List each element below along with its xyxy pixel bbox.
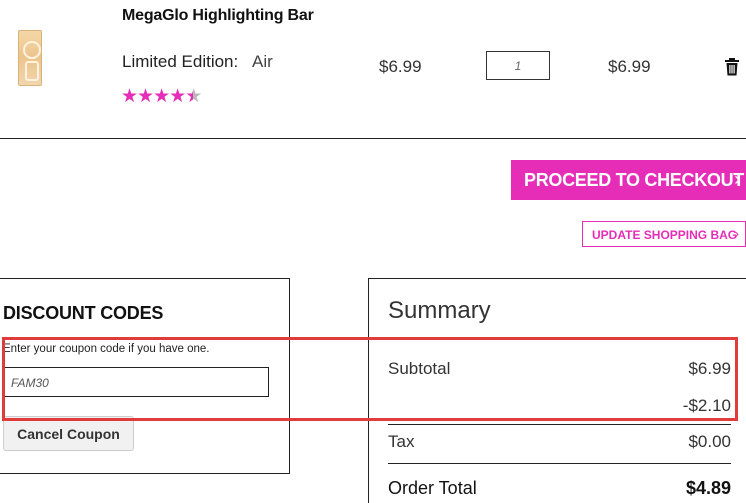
coupon-code-input[interactable]: FAM30 — [2, 367, 269, 397]
trash-icon[interactable] — [724, 58, 740, 76]
chevron-right-icon: › — [734, 226, 739, 241]
divider — [0, 138, 746, 139]
divider — [388, 424, 731, 425]
chevron-right-icon: › — [734, 169, 740, 189]
product-variant: Limited Edition: Air — [122, 52, 273, 72]
update-shopping-bag-button[interactable]: UPDATE SHOPPING BAG › — [582, 221, 746, 247]
star-icon: ★ — [153, 86, 170, 107]
tax-value: $0.00 — [688, 432, 731, 451]
tax-label: Tax — [388, 432, 415, 451]
summary-title: Summary — [388, 297, 491, 324]
order-summary-panel: Summary Subtotal $6.99 -$2.10 Tax $0.00 … — [368, 278, 746, 503]
proceed-to-checkout-button[interactable]: PROCEED TO CHECKOUT › — [511, 160, 746, 200]
tax-row: Tax $0.00 — [388, 432, 731, 452]
star-icon: ★ — [169, 86, 186, 107]
order-total-row: Order Total $4.89 — [388, 478, 731, 499]
order-total-value: $4.89 — [685, 478, 731, 498]
checkout-label: PROCEED TO CHECKOUT — [524, 170, 744, 190]
star-icon: ★ — [137, 86, 154, 107]
subtotal-row: Subtotal $6.99 — [388, 359, 731, 379]
order-total-label: Order Total — [388, 478, 477, 498]
discount-value: -$2.10 — [682, 396, 731, 415]
star-half-icon: ★ — [185, 86, 202, 107]
update-label: UPDATE SHOPPING BAG — [592, 228, 738, 242]
discount-codes-panel: DISCOUNT CODES Enter your coupon code if… — [0, 278, 290, 474]
product-thumbnail[interactable] — [18, 30, 42, 86]
discount-title: DISCOUNT CODES — [3, 303, 164, 323]
rating-stars: ★★★★★ — [121, 85, 202, 108]
coupon-hint: Enter your coupon code if you have one. — [3, 343, 210, 355]
unit-price: $6.99 — [379, 57, 422, 76]
subtotal-value: $6.99 — [688, 359, 731, 378]
product-name[interactable]: MegaGlo Highlighting Bar — [122, 7, 314, 25]
star-icon: ★ — [121, 86, 138, 107]
subtotal-label: Subtotal — [388, 359, 451, 378]
divider — [388, 463, 731, 464]
cancel-coupon-button[interactable]: Cancel Coupon — [3, 416, 134, 451]
quantity-input[interactable]: 1 — [486, 51, 550, 80]
variant-value: Air — [252, 52, 273, 71]
variant-label: Limited Edition: — [122, 52, 239, 71]
line-total: $6.99 — [608, 57, 651, 76]
